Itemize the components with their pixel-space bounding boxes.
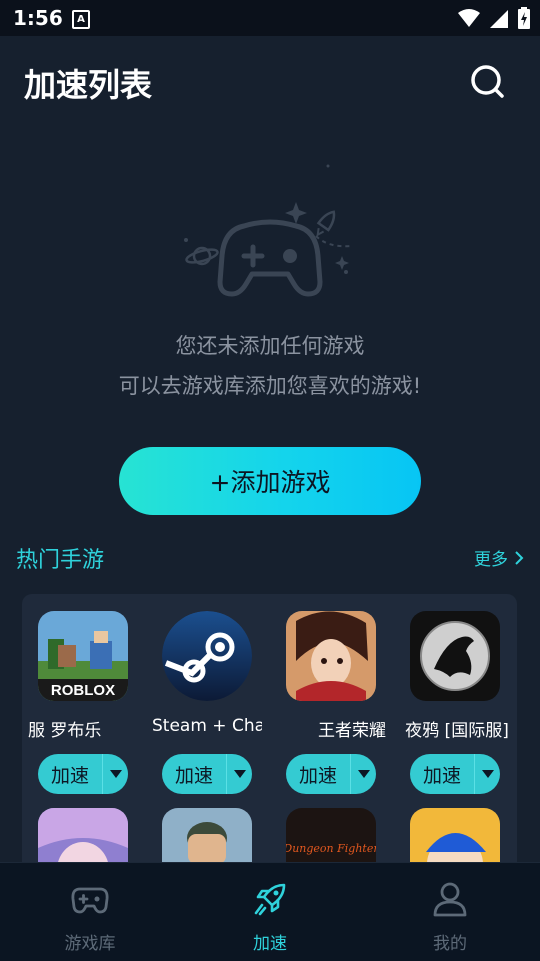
section-title-hot-games: 热门手游 (16, 548, 105, 573)
dropdown-arrow-icon[interactable] (227, 770, 252, 778)
game-icon-steam[interactable] (162, 611, 252, 701)
game-name: Steam + Chat (152, 716, 262, 736)
dropdown-arrow-icon[interactable] (475, 770, 500, 778)
hot-games-card: ROBLOX 服 罗布乐 Steam + Chat 王者荣耀 夜鸦 [国际服] … (22, 594, 517, 894)
game-icon-night-crows[interactable] (410, 611, 500, 701)
roblox-logo-text: ROBLOX (51, 682, 115, 699)
steam-icon (162, 611, 252, 701)
more-link[interactable]: 更多 (474, 545, 524, 570)
clock: 1:56 (13, 6, 63, 30)
game-name: 服 罗布乐 (28, 721, 102, 741)
game-name: 夜鸦 [国际服] (405, 721, 509, 741)
accelerate-button[interactable]: 加速 (38, 754, 128, 794)
game-name: 王者荣耀 (318, 721, 386, 741)
tab-label: 游戏库 (64, 934, 116, 954)
page-title: 加速列表 (24, 66, 153, 104)
status-icons (458, 7, 530, 29)
dropdown-arrow-icon[interactable] (351, 770, 376, 778)
empty-message-secondary: 可以去游戏库添加您喜欢的游戏! (118, 374, 422, 398)
accelerate-label: 加速 (50, 764, 89, 787)
user-icon (433, 882, 467, 917)
accelerate-label: 加速 (298, 764, 337, 787)
empty-message-primary: 您还未添加任何游戏 (175, 334, 365, 358)
notification-icon: A (72, 10, 90, 29)
dropdown-arrow-icon[interactable] (103, 770, 128, 778)
signal-icon (490, 10, 508, 28)
accelerate-label: 加速 (422, 764, 461, 787)
accelerate-label: 加速 (174, 764, 213, 787)
chevron-right-icon (515, 550, 524, 565)
tab-game-library[interactable]: 游戏库 (0, 863, 180, 961)
add-game-button[interactable]: +添加游戏 (119, 447, 421, 515)
search-button[interactable] (467, 61, 507, 101)
accelerate-button[interactable]: 加速 (162, 754, 252, 794)
gamepad-icon (71, 887, 109, 914)
tab-label: 加速 (253, 934, 287, 954)
tab-label: 我的 (433, 934, 467, 954)
wifi-icon (458, 9, 480, 27)
honor-of-kings-icon (286, 611, 376, 701)
dungeon-fighter-logo-text: Dungeon Fighter (286, 842, 376, 855)
empty-gamepad-illustration (184, 164, 353, 297)
accelerate-button[interactable]: 加速 (410, 754, 500, 794)
more-label: 更多 (474, 550, 508, 570)
tab-accelerate[interactable]: 加速 (180, 863, 360, 961)
search-icon (471, 65, 504, 98)
game-icon-roblox[interactable]: ROBLOX (38, 611, 128, 701)
accelerate-button[interactable]: 加速 (286, 754, 376, 794)
bottom-tab-bar: 游戏库 加速 我的 (0, 862, 540, 961)
game-icon-honor-of-kings[interactable] (286, 611, 376, 701)
tab-profile[interactable]: 我的 (360, 863, 540, 961)
battery-icon (518, 7, 530, 29)
night-crows-icon (410, 611, 500, 701)
roblox-icon: ROBLOX (38, 611, 128, 701)
status-bar: 1:56 A (0, 0, 540, 36)
rocket-icon (254, 883, 286, 916)
